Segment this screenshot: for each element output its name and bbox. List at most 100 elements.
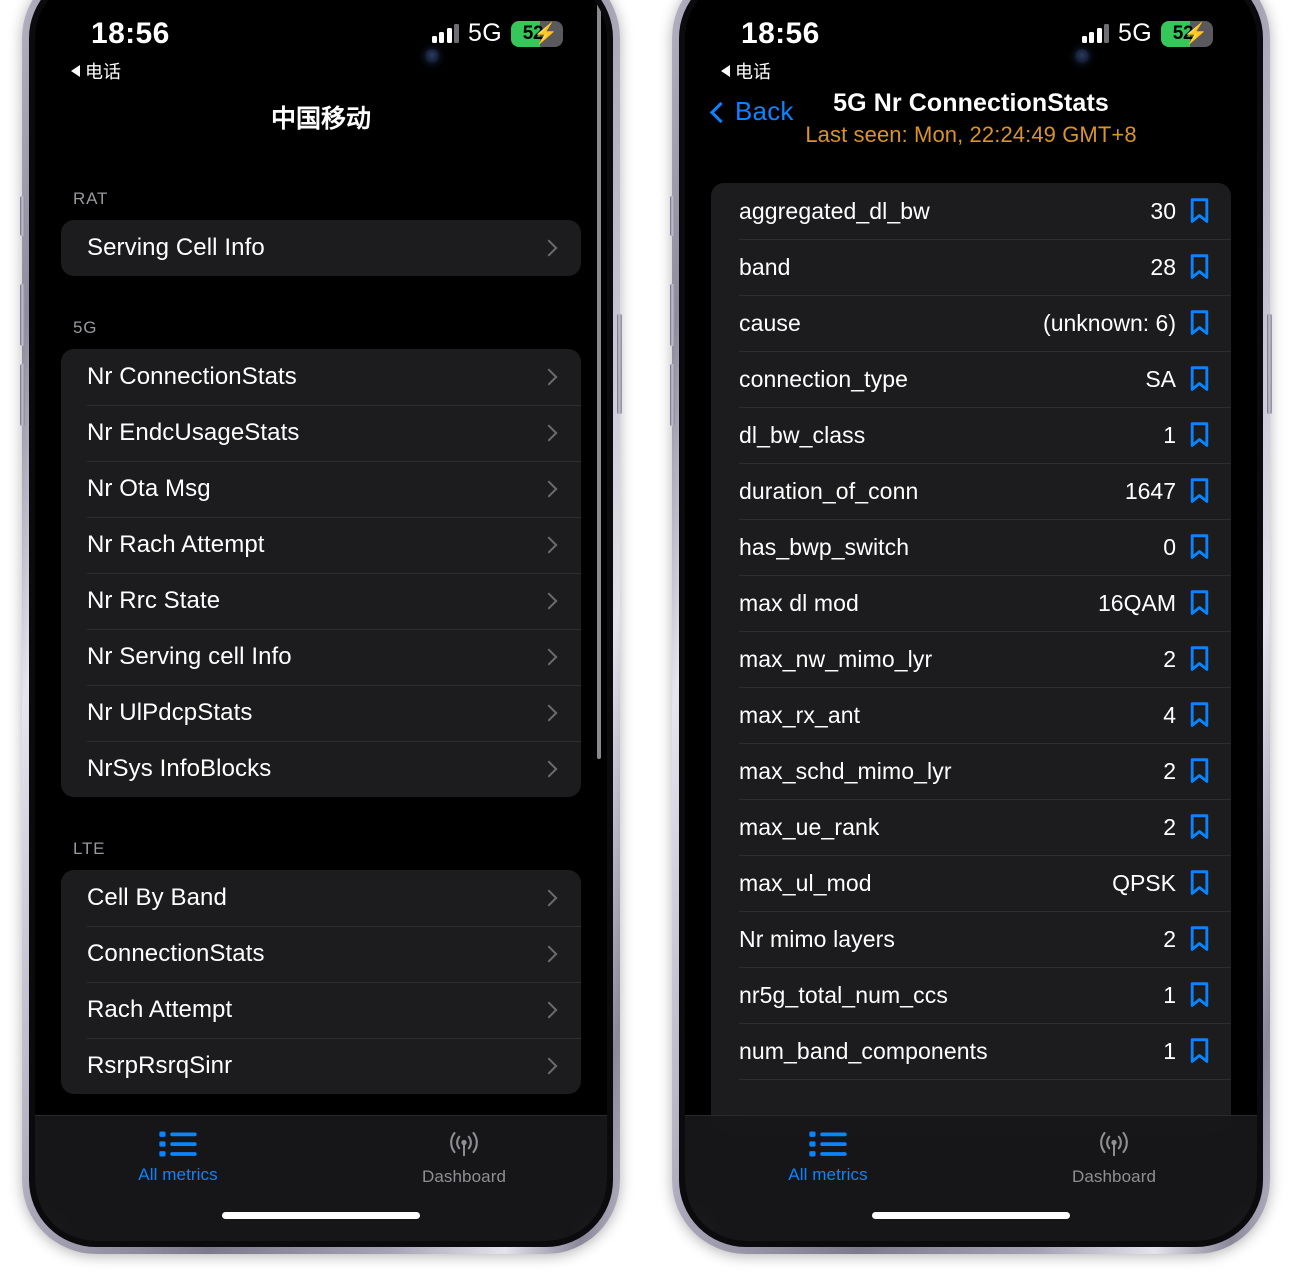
dynamic-island	[882, 0, 1060, 25]
table-row[interactable]: band 28	[711, 239, 1231, 295]
chevron-right-icon	[540, 424, 558, 442]
bookmark-icon[interactable]	[1190, 422, 1209, 448]
bookmark-icon[interactable]	[1190, 198, 1209, 224]
list-item-label: Nr UlPdcpStats	[87, 699, 253, 726]
volume-down-button[interactable]	[20, 364, 25, 426]
table-row[interactable]: cause (unknown: 6)	[711, 295, 1231, 351]
metric-value: SA	[1145, 365, 1176, 392]
tab-dashboard[interactable]: Dashboard	[321, 1116, 607, 1241]
bookmark-icon[interactable]	[1190, 702, 1209, 728]
list-item-rsrprsrqsinr[interactable]: RsrpRsrqSinr	[61, 1038, 581, 1094]
navigation-bar: Back 5G Nr ConnectionStats Last seen: Mo…	[685, 89, 1257, 161]
section-group-5g: Nr ConnectionStats Nr EndcUsageStats Nr …	[61, 349, 581, 797]
status-back-to-app[interactable]: 电话	[721, 58, 771, 84]
bookmark-icon[interactable]	[1190, 366, 1209, 392]
list-item-nrsys-infoblocks[interactable]: NrSys InfoBlocks	[61, 741, 581, 797]
power-button[interactable]	[617, 314, 622, 414]
volume-down-button[interactable]	[670, 364, 675, 426]
power-button[interactable]	[1267, 314, 1272, 414]
left-phone-device: 18:56 电话 5G 52 ⚡ 中国移动 RAT Serving Cell I…	[20, 0, 622, 1254]
list-item-nr-connectionstats[interactable]: Nr ConnectionStats	[61, 349, 581, 405]
nav-title-block: 5G Nr ConnectionStats Last seen: Mon, 22…	[685, 89, 1257, 148]
metric-value: 1	[1163, 421, 1176, 448]
table-row[interactable]: num_band_components 1	[711, 1023, 1231, 1079]
list-item-nr-endcusagestats[interactable]: Nr EndcUsageStats	[61, 405, 581, 461]
metric-key: max_ue_rank	[739, 813, 880, 840]
metric-value: QPSK	[1112, 869, 1176, 896]
metric-key: Nr mimo layers	[739, 925, 896, 952]
last-seen-label: Last seen: Mon, 22:24:49 GMT+8	[805, 122, 1137, 147]
chevron-right-icon	[540, 536, 558, 554]
volume-up-button[interactable]	[670, 284, 675, 346]
metric-key: has_bwp_switch	[739, 533, 910, 560]
metrics-scroll-area[interactable]: RAT Serving Cell Info 5G Nr ConnectionSt…	[35, 147, 607, 1241]
list-item-nr-serving-cell-info[interactable]: Nr Serving cell Info	[61, 629, 581, 685]
table-row[interactable]: dl_bw_class 1	[711, 407, 1231, 463]
volume-up-button[interactable]	[20, 284, 25, 346]
table-row[interactable]: duration_of_conn 1647	[711, 463, 1231, 519]
list-item-nr-ulpdcpstats[interactable]: Nr UlPdcpStats	[61, 685, 581, 741]
back-triangle-icon	[71, 65, 80, 77]
tab-label: Dashboard	[421, 1167, 507, 1186]
bookmark-icon[interactable]	[1190, 758, 1209, 784]
bookmark-icon[interactable]	[1190, 590, 1209, 616]
chevron-right-icon	[540, 480, 558, 498]
list-item-label: RsrpRsrqSinr	[87, 1052, 233, 1079]
list-item-rach-attempt[interactable]: Rach Attempt	[61, 982, 581, 1038]
list-item-connectionstats[interactable]: ConnectionStats	[61, 926, 581, 982]
list-item-nr-rach-attempt[interactable]: Nr Rach Attempt	[61, 517, 581, 573]
tab-label: All metrics	[788, 1165, 868, 1184]
bookmark-icon[interactable]	[1190, 870, 1209, 896]
table-row[interactable]: aggregated_dl_bw 30	[711, 183, 1231, 239]
left-phone-screen: 18:56 电话 5G 52 ⚡ 中国移动 RAT Serving Cell I…	[35, 0, 607, 1241]
metric-key: connection_type	[739, 365, 909, 392]
bookmark-icon[interactable]	[1190, 926, 1209, 952]
signal-bars-icon	[1081, 24, 1110, 43]
table-row[interactable]: max_rx_ant 4	[711, 687, 1231, 743]
tab-all-metrics[interactable]: All metrics	[35, 1116, 321, 1241]
bookmark-icon[interactable]	[1190, 310, 1209, 336]
bookmark-icon[interactable]	[1190, 646, 1209, 672]
bolt-icon: ⚡	[533, 22, 558, 45]
right-phone-bezel: 18:56 电话 5G 52 ⚡ Back 5G Nr ConnectionSt…	[679, 0, 1263, 1247]
bookmark-icon[interactable]	[1190, 478, 1209, 504]
list-item-label: Nr Serving cell Info	[87, 643, 292, 670]
list-item-nr-rrc-state[interactable]: Nr Rrc State	[61, 573, 581, 629]
table-row[interactable]: has_bwp_switch 0	[711, 519, 1231, 575]
metric-value: 1	[1163, 1037, 1176, 1064]
tab-dashboard[interactable]: Dashboard	[971, 1116, 1257, 1241]
status-back-to-app[interactable]: 电话	[71, 58, 121, 84]
bolt-icon: ⚡	[1183, 22, 1208, 45]
home-indicator[interactable]	[222, 1212, 420, 1219]
table-row[interactable]: max_ue_rank 2	[711, 799, 1231, 855]
battery-indicator: 52 ⚡	[511, 20, 563, 47]
bookmark-icon[interactable]	[1190, 534, 1209, 560]
detail-scroll-area[interactable]: aggregated_dl_bw 30 band 28 cause (unkno…	[685, 183, 1257, 1241]
metric-key: band	[739, 253, 791, 280]
bookmark-icon[interactable]	[1190, 1038, 1209, 1064]
home-indicator[interactable]	[872, 1212, 1070, 1219]
tab-all-metrics[interactable]: All metrics	[685, 1116, 971, 1241]
metric-value: 2	[1163, 925, 1176, 952]
section-group-lte: Cell By Band ConnectionStats Rach Attemp…	[61, 870, 581, 1094]
table-row[interactable]: nr5g_total_num_ccs 1	[711, 967, 1231, 1023]
bookmark-icon[interactable]	[1190, 254, 1209, 280]
vertical-scrollbar[interactable]	[597, 0, 601, 759]
action-button[interactable]	[670, 196, 675, 236]
table-row[interactable]: connection_type SA	[711, 351, 1231, 407]
list-item-serving-cell-info[interactable]: Serving Cell Info	[61, 220, 581, 276]
section-group-rat: Serving Cell Info	[61, 220, 581, 276]
bookmark-icon[interactable]	[1190, 814, 1209, 840]
table-row[interactable]: max dl mod 16QAM	[711, 575, 1231, 631]
table-row[interactable]: max_ul_mod QPSK	[711, 855, 1231, 911]
section-header-5g: 5G	[73, 318, 98, 337]
table-row[interactable]: max_schd_mimo_lyr 2	[711, 743, 1231, 799]
list-item-cell-by-band[interactable]: Cell By Band	[61, 870, 581, 926]
tab-bar-right: All metrics Dashboard	[685, 1115, 1257, 1241]
list-item-nr-ota-msg[interactable]: Nr Ota Msg	[61, 461, 581, 517]
action-button[interactable]	[20, 196, 25, 236]
table-row[interactable]: max_nw_mimo_lyr 2	[711, 631, 1231, 687]
network-type-label: 5G	[1118, 19, 1152, 47]
table-row[interactable]: Nr mimo layers 2	[711, 911, 1231, 967]
bookmark-icon[interactable]	[1190, 982, 1209, 1008]
